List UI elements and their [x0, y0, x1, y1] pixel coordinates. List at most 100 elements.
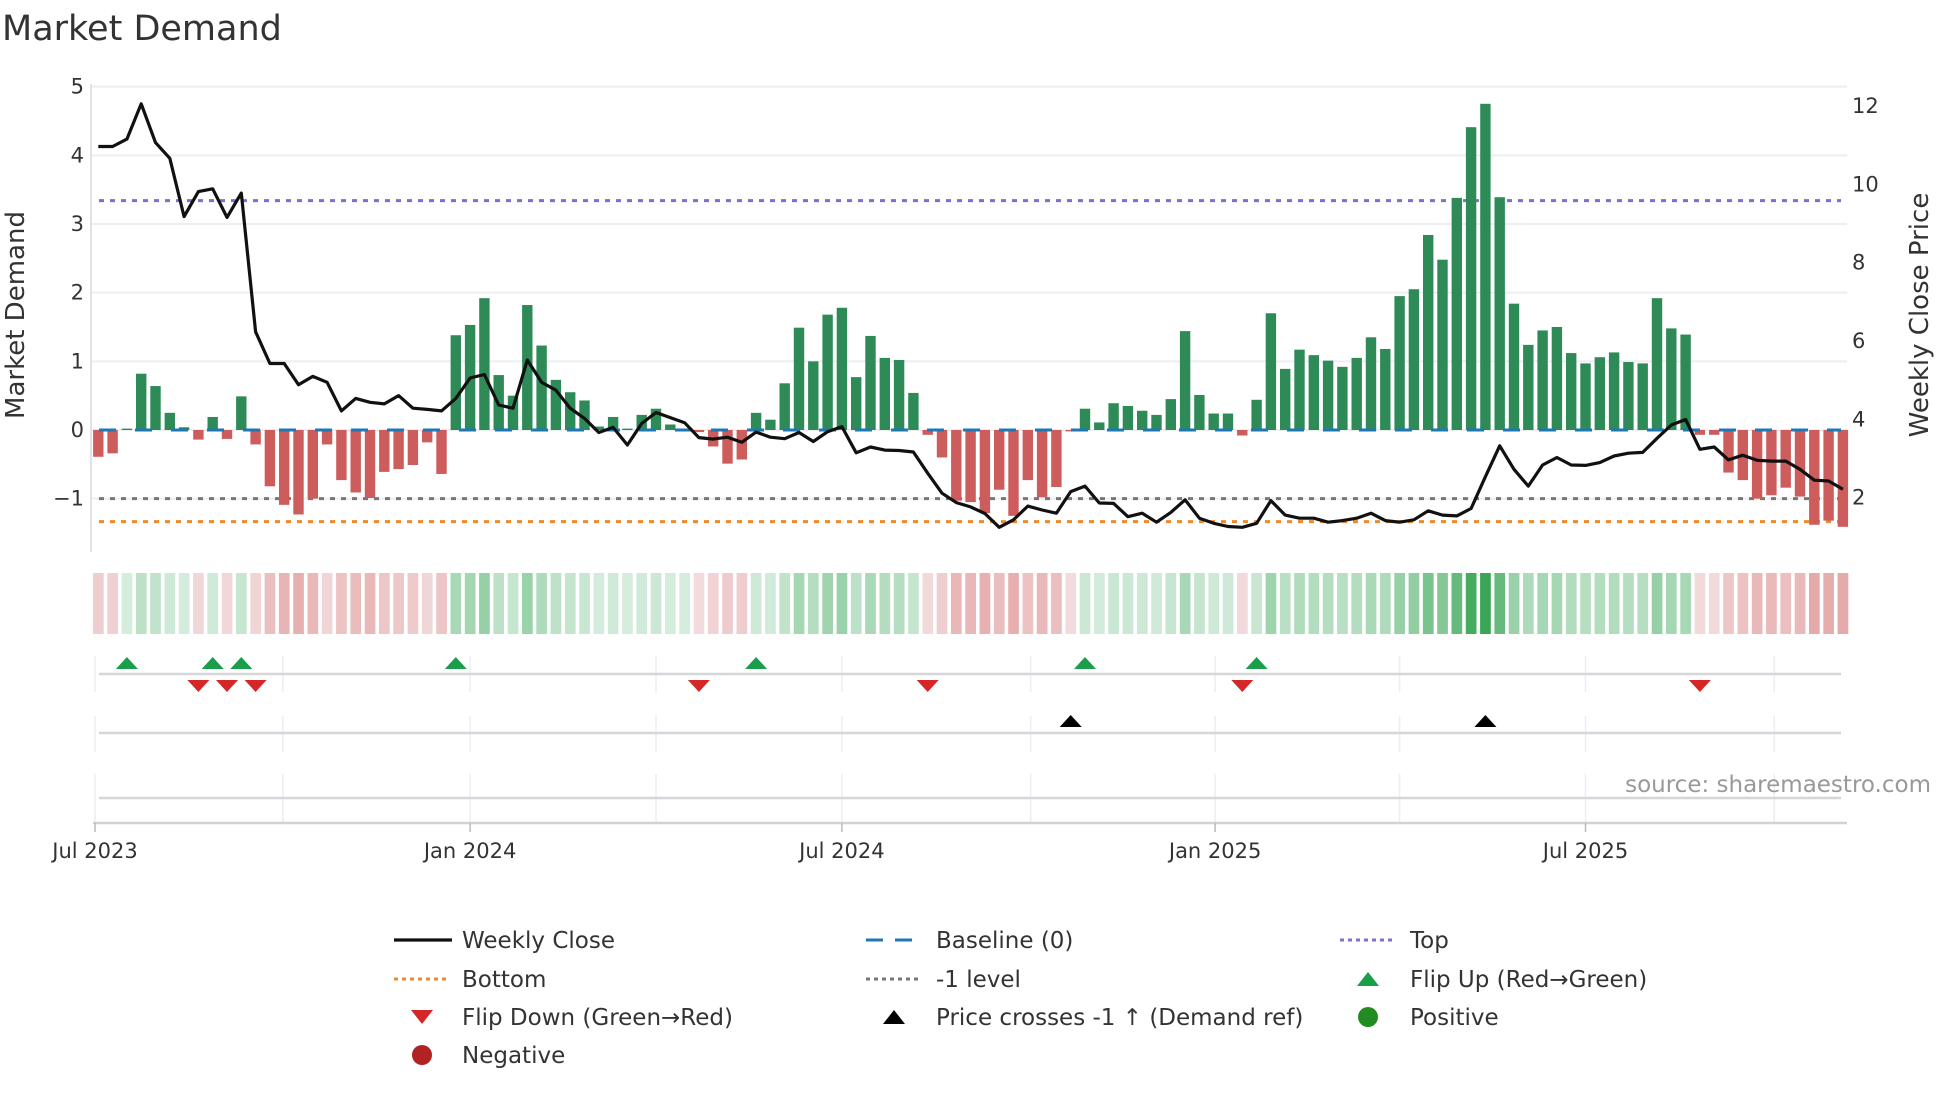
demand-bar	[1351, 357, 1362, 430]
heat-cell	[293, 573, 304, 634]
demand-bar	[1337, 366, 1348, 430]
heat-cell	[107, 573, 118, 634]
heat-cell	[636, 573, 648, 634]
heat-cell	[1008, 573, 1019, 634]
heat-cell	[1508, 573, 1520, 634]
x-tick-label: Jul 2024	[797, 839, 884, 863]
heat-cell	[1494, 573, 1506, 634]
heat-cell	[379, 573, 390, 634]
heat-cell	[951, 573, 962, 634]
demand-bar	[393, 430, 404, 470]
demand-bar	[1608, 352, 1620, 430]
demand-bar	[1623, 362, 1634, 430]
market-demand-chart: Market Demand −1012345 24681012 Market D…	[1, 9, 1935, 1069]
heat-cell	[1580, 573, 1591, 634]
demand-bar	[1165, 399, 1176, 430]
heat-cell	[850, 573, 862, 634]
heat-cell	[765, 573, 776, 634]
heat-cell	[1623, 573, 1634, 634]
demand-bar	[893, 359, 905, 430]
heat-cell	[1337, 573, 1348, 634]
legend-item-line: Weekly Close	[394, 928, 615, 954]
demand-bar	[1423, 234, 1434, 430]
heat-cell	[1194, 573, 1205, 634]
demand-bar	[1551, 326, 1563, 430]
heat-cell	[779, 573, 791, 634]
flip-up-marker	[115, 657, 138, 669]
demand-bar	[1265, 313, 1277, 430]
heat-cell	[207, 573, 219, 634]
heat-cell	[1294, 573, 1305, 634]
heat-cell	[221, 573, 233, 634]
heat-cell	[1608, 573, 1620, 634]
heat-cell	[1780, 573, 1792, 634]
right-tick-label: 10	[1852, 172, 1879, 196]
heat-cell	[264, 573, 276, 634]
heat-cell	[407, 573, 419, 634]
heat-cell	[135, 573, 147, 634]
heat-cell	[1380, 573, 1391, 634]
heat-cell	[250, 573, 261, 634]
demand-bar	[1680, 334, 1691, 430]
flip-up-marker	[201, 657, 224, 669]
demand-bar	[1408, 289, 1420, 430]
demand-bar	[1179, 331, 1191, 430]
flip-down-marker	[244, 680, 267, 692]
heat-cell	[564, 573, 576, 634]
demand-bar	[164, 412, 175, 430]
flip-up-marker	[745, 657, 768, 669]
heat-cell	[1308, 573, 1320, 634]
heat-cell	[307, 573, 319, 634]
demand-bar	[1036, 430, 1048, 498]
heat-cell	[650, 573, 662, 634]
demand-bar	[1108, 403, 1119, 430]
left-tick-label: 0	[71, 418, 84, 442]
demand-bar	[1280, 368, 1291, 430]
legend-item-flip-up: Flip Up (Red→Green)	[1357, 967, 1647, 993]
heat-cell	[965, 573, 976, 634]
heat-cell	[750, 573, 762, 634]
heat-cell	[421, 573, 433, 634]
demand-bar	[879, 357, 890, 430]
heat-cell	[1179, 573, 1191, 634]
heat-cell	[450, 573, 462, 634]
demand-bar	[364, 430, 376, 498]
heat-cell	[1794, 573, 1806, 634]
demand-bar	[1837, 430, 1849, 527]
demand-bar	[150, 386, 161, 430]
demand-bar	[1451, 197, 1462, 430]
legend-label: Weekly Close	[462, 928, 615, 954]
demand-bar	[1508, 303, 1520, 430]
demand-bar	[107, 430, 118, 454]
demand-bar	[1094, 422, 1105, 430]
heat-cell	[1737, 573, 1749, 634]
demand-bar	[1594, 357, 1605, 430]
heat-cell	[1465, 573, 1477, 634]
heat-cell	[1408, 573, 1420, 634]
demand-bar	[908, 392, 919, 430]
heat-cell	[1451, 573, 1463, 634]
demand-bar	[1380, 348, 1391, 430]
heat-cell	[808, 573, 819, 634]
demand-bar	[1051, 430, 1062, 487]
heat-cell	[736, 573, 748, 634]
x-tick-label: Jul 2023	[50, 839, 137, 863]
heat-cell	[1036, 573, 1048, 634]
heat-cell	[579, 573, 590, 634]
heat-cell	[1151, 573, 1162, 634]
demand-heat-strip	[93, 573, 1849, 634]
left-tick-label: −1	[53, 487, 84, 511]
heat-cell	[493, 573, 505, 634]
right-tick-label: 8	[1852, 251, 1865, 275]
demand-bar	[321, 430, 333, 445]
legend-triangle-down-icon	[411, 1010, 433, 1024]
heat-cell	[178, 573, 190, 634]
legend-label: Positive	[1410, 1005, 1499, 1031]
demand-bar	[622, 428, 633, 430]
demand-bar	[307, 430, 318, 499]
heat-cell	[1823, 573, 1834, 634]
heat-cell	[436, 573, 447, 634]
legend-label: Bottom	[462, 967, 546, 993]
demand-bar	[1251, 399, 1262, 430]
demand-bar	[1151, 414, 1162, 430]
